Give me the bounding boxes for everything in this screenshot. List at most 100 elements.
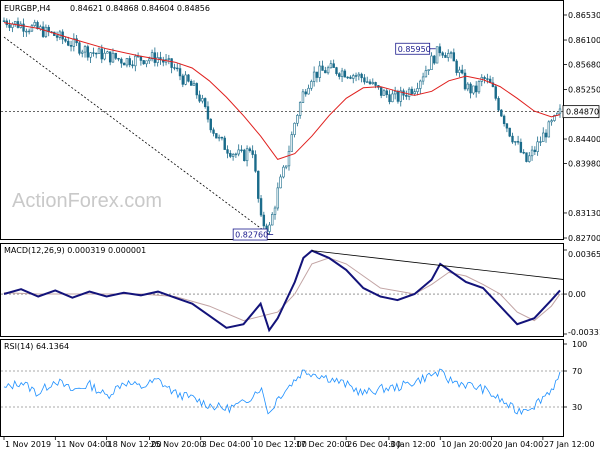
candle-body <box>100 48 103 60</box>
candle <box>95 52 98 59</box>
macd-header: MACD(12,26,9) 0.000319 0.000001 <box>4 246 146 255</box>
candle-body <box>340 70 344 77</box>
candle-body <box>203 98 207 107</box>
candle <box>72 33 76 52</box>
candle <box>33 19 36 27</box>
candle <box>550 118 553 126</box>
candle <box>525 152 528 163</box>
candle <box>368 79 372 85</box>
candle-body <box>27 30 31 33</box>
candle <box>217 134 221 142</box>
candle <box>173 63 176 71</box>
candle <box>419 79 422 95</box>
candle-body <box>511 135 514 143</box>
candle-body <box>145 60 148 65</box>
candle <box>505 123 509 133</box>
candle <box>262 211 266 230</box>
candle-body <box>547 121 551 138</box>
candle-body <box>301 91 305 103</box>
candle-body <box>189 80 193 86</box>
price-header-ohlc: 0.84621 0.84868 0.84604 0.84856 <box>70 4 210 13</box>
candle-body <box>245 148 249 162</box>
price-level-tag: 0.84870 <box>562 105 600 119</box>
chart-canvas: ActionForex.com EURGBP,H4 0.84621 0.8486… <box>0 0 600 449</box>
candle <box>231 152 235 161</box>
candle-body <box>284 165 288 168</box>
candle <box>435 46 439 64</box>
candle-body <box>525 152 528 162</box>
candle-body <box>354 75 358 77</box>
watermark: ActionForex.com <box>12 190 162 212</box>
candle <box>357 72 361 81</box>
price-y-tick-label: 0.86530 <box>568 11 600 20</box>
candle <box>480 74 483 87</box>
candle-body <box>385 90 388 95</box>
annotation-label: 0.85950 <box>398 45 431 54</box>
candle <box>340 67 344 83</box>
candle <box>257 170 260 203</box>
candle-body <box>522 151 525 154</box>
candle <box>189 79 193 86</box>
candle <box>162 56 165 67</box>
rsi-header: RSI(14) 64.1364 <box>4 342 69 351</box>
candle-body <box>209 118 212 131</box>
candle <box>27 28 31 35</box>
candle-body <box>240 149 243 151</box>
candle <box>55 31 59 42</box>
candle <box>83 45 87 58</box>
candle <box>444 52 447 58</box>
candle-body <box>530 149 534 157</box>
candle <box>47 24 50 37</box>
candle <box>279 174 282 189</box>
price-header-symbol: EURGBP,H4 <box>4 4 51 13</box>
candle-body <box>173 67 176 69</box>
candle <box>346 76 349 80</box>
candle-body <box>430 55 433 71</box>
macd-panel <box>1 249 565 333</box>
candle-body <box>368 81 372 84</box>
candle <box>542 127 545 142</box>
candle-body <box>427 69 430 71</box>
candle <box>461 64 464 75</box>
candle-body <box>500 109 503 117</box>
candle-body <box>217 136 221 139</box>
candle-body <box>148 58 151 62</box>
candle <box>544 129 548 143</box>
candle <box>16 17 20 29</box>
candle <box>502 114 506 127</box>
candle-body <box>396 91 400 102</box>
macd-trendline <box>311 250 565 280</box>
candle <box>209 118 212 133</box>
candle <box>405 90 408 100</box>
candle-body <box>550 120 553 123</box>
candle <box>321 60 324 71</box>
candle-body <box>95 52 98 55</box>
candle <box>271 212 274 226</box>
candle-body <box>349 76 352 79</box>
candle-body <box>2 20 6 22</box>
candle-body <box>108 51 112 63</box>
candle <box>558 104 562 118</box>
candle <box>178 63 182 81</box>
candle <box>371 78 375 85</box>
candle-body <box>363 77 366 83</box>
candle-body <box>472 85 475 94</box>
candle-body <box>111 52 115 63</box>
candle <box>86 44 90 61</box>
candle <box>106 50 109 54</box>
candle-body <box>463 72 467 90</box>
candle <box>474 81 478 98</box>
candle <box>212 127 215 137</box>
rsi-y-tick-label: 30 <box>572 403 582 412</box>
candle-body <box>419 80 422 89</box>
rsi-y-tick-label: 70 <box>572 367 582 376</box>
candle <box>441 51 444 59</box>
candle-body <box>374 82 377 86</box>
candle <box>78 40 81 56</box>
candle-body <box>455 60 458 73</box>
candle <box>318 61 321 82</box>
x-tick-label: 1 Nov 2019 <box>5 440 51 449</box>
candle-body <box>318 65 321 78</box>
candle <box>424 65 428 78</box>
candle-body <box>405 94 408 97</box>
